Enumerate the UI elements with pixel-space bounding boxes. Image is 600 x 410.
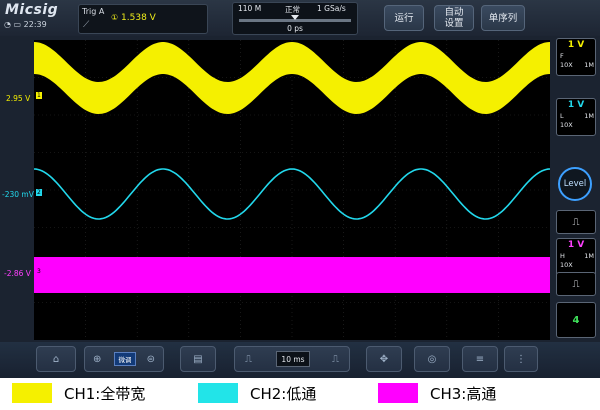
legend-ch1-swatch (12, 383, 52, 403)
legend-ch3-swatch (378, 383, 418, 403)
legend-ch1-label: CH1:全带宽 (64, 384, 146, 403)
ch2-offset-label: -230 mV (2, 190, 34, 199)
rising-edge-icon: ⟋ (83, 20, 90, 30)
step-icon[interactable]: ⎍ (556, 272, 596, 296)
ch2-settings[interactable]: 1 V L 1M 10X (556, 98, 596, 136)
ch3-waveform (34, 257, 550, 293)
time-per-div: 10 ms (276, 351, 310, 367)
timebase-panel[interactable]: 110 M 正常 1 GSa/s 0 ps (232, 2, 358, 35)
ch1-settings[interactable]: 1 V F 10X 1M (556, 38, 596, 76)
trigger-level-icon: ① (111, 13, 119, 22)
ch3-marker-icon[interactable]: 3 (36, 268, 42, 275)
ch1-offset-label: 2.95 V (6, 94, 31, 103)
channel-panel: 1 V F 10X 1M 1 V L 1M 10X Level ⎍ 1 V H 1M … (554, 36, 600, 342)
trigger-source: Trig A (82, 7, 105, 16)
fine-adjust-button[interactable]: 微调 (114, 352, 136, 366)
clock: 22:39 (23, 20, 47, 29)
trigger-level-arrow-icon[interactable]: ◀ (542, 44, 549, 54)
legend-ch2: CH2:低通 (198, 383, 316, 403)
home-icon[interactable]: ⌂ (36, 346, 76, 372)
single-sequence-button[interactable]: 单序列 (481, 5, 525, 31)
level-knob-button[interactable]: Level (558, 167, 592, 201)
menu-icon[interactable]: ⋮ (504, 346, 538, 372)
wifi-icon: ◔ (4, 20, 11, 29)
sample-rate: 1 GSa/s (317, 4, 346, 13)
pulse-icon[interactable]: ⎍ (556, 210, 596, 234)
trigger-delay: 0 ps (287, 24, 303, 33)
run-button[interactable]: 运行 (384, 5, 424, 31)
ch3-settings[interactable]: 1 V H 1M 10X (556, 238, 596, 276)
memory-depth: 110 M (238, 4, 262, 13)
timebase-increase-icon: ⎍ (332, 353, 339, 365)
top-toolbar: Micsig ◔ ▭ 22:39 Trig A ① 1.538 V ⟋ 110 … (0, 0, 600, 36)
legend-ch3: CH3:高通 (378, 383, 496, 403)
ch4-button[interactable]: 4 (556, 302, 596, 338)
legend-ch2-swatch (198, 383, 238, 403)
equals-icon: ⊜ (146, 353, 155, 365)
acquire-mode: 正常 (285, 5, 300, 14)
legend-ch3-label: CH3:高通 (430, 384, 497, 403)
auto-setup-button[interactable]: 自动 设置 (434, 5, 474, 31)
measure-icon[interactable]: ◎ (414, 346, 450, 372)
move-icon: ⊕ (93, 353, 102, 365)
trigger-panel[interactable]: Trig A ① 1.538 V ⟋ (78, 4, 208, 34)
legend-ch2-label: CH2:低通 (250, 384, 317, 403)
ch1-marker-icon[interactable]: 1 (36, 92, 42, 99)
ch2-marker-icon[interactable]: 2 (36, 189, 42, 196)
trigger-position-marker-icon (291, 15, 299, 20)
ch1-waveform (34, 42, 550, 114)
legend-ch1: CH1:全带宽 (12, 383, 145, 403)
math-icon[interactable]: ≡ (462, 346, 498, 372)
waveform-grid (34, 40, 550, 340)
battery-icon: ▭ (13, 20, 22, 29)
save-icon[interactable]: ▤ (180, 346, 216, 372)
status-bar: ◔ ▭ 22:39 (4, 20, 47, 29)
brand-logo: Micsig (5, 2, 59, 18)
oscilloscope-screen: Micsig ◔ ▭ 22:39 Trig A ① 1.538 V ⟋ 110 … (0, 0, 600, 378)
trigger-level: ① 1.538 V (111, 13, 156, 23)
cursor-icon[interactable]: ✥ (366, 346, 402, 372)
bottom-toolbar: ⌂ ⊕ ⊜ 微调 ▤ ⎍ ⎍ 10 ms ✥ ◎ ≡ ⋮ (0, 342, 600, 378)
ch3-offset-label: -2.86 V (4, 269, 31, 278)
timebase-decrease-icon: ⎍ (245, 353, 252, 365)
